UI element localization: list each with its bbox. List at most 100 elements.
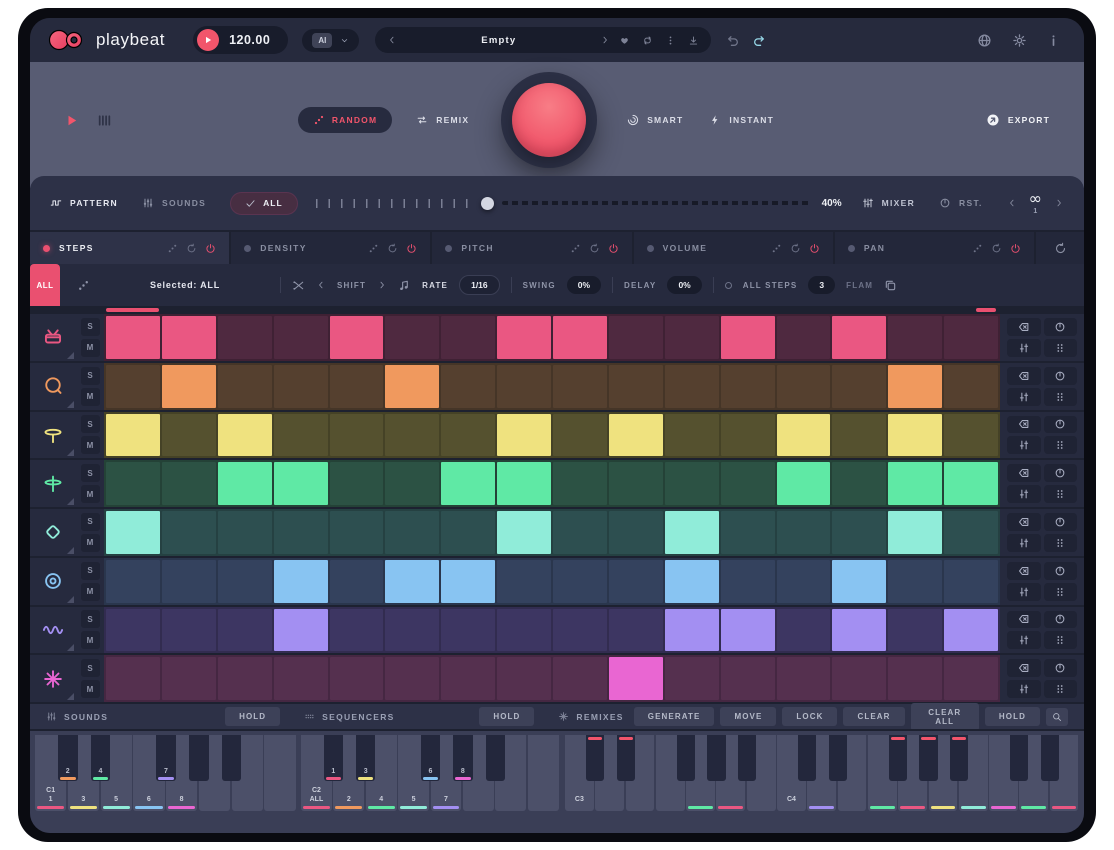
white-key[interactable]	[264, 735, 295, 811]
step-15[interactable]	[888, 462, 942, 505]
step-16[interactable]	[944, 560, 998, 603]
step-3[interactable]	[218, 365, 272, 408]
solo-button[interactable]: S	[81, 610, 100, 628]
row-sliders-button[interactable]	[1007, 485, 1041, 503]
step-5[interactable]	[330, 316, 384, 359]
dice-icon[interactable]	[167, 243, 178, 254]
step-6[interactable]	[385, 462, 439, 505]
step-11[interactable]	[665, 560, 719, 603]
step-2[interactable]	[162, 560, 216, 603]
step-11[interactable]	[665, 462, 719, 505]
row-knob-button[interactable]	[1044, 513, 1078, 531]
step-13[interactable]	[777, 316, 831, 359]
row-drag-handle[interactable]	[1044, 388, 1078, 406]
step-16[interactable]	[944, 414, 998, 457]
step-5[interactable]	[330, 657, 384, 700]
step-13[interactable]	[777, 560, 831, 603]
solo-button[interactable]: S	[81, 513, 100, 531]
step-6[interactable]	[385, 414, 439, 457]
step-15[interactable]	[888, 560, 942, 603]
row-drag-handle[interactable]	[1044, 534, 1078, 552]
snare-icon[interactable]	[30, 314, 76, 361]
step-10[interactable]	[609, 462, 663, 505]
perc-icon[interactable]	[30, 558, 76, 605]
step-8[interactable]	[497, 609, 551, 652]
dice-icon[interactable]	[368, 243, 379, 254]
clear-row-button[interactable]	[1007, 318, 1041, 336]
tab-volume[interactable]: VOLUME	[634, 232, 833, 264]
step-2[interactable]	[162, 365, 216, 408]
row-sliders-button[interactable]	[1007, 534, 1041, 552]
tab-pitch[interactable]: PITCH	[432, 232, 631, 264]
piano-roll-icon[interactable]	[97, 113, 112, 128]
black-key-1[interactable]: 1	[324, 735, 343, 781]
step-8[interactable]	[497, 365, 551, 408]
step-8[interactable]	[497, 316, 551, 359]
step-4[interactable]	[274, 560, 328, 603]
step-7[interactable]	[441, 462, 495, 505]
step-2[interactable]	[162, 511, 216, 554]
row-drag-handle[interactable]	[1044, 485, 1078, 503]
solo-button[interactable]: S	[81, 367, 100, 385]
step-16[interactable]	[944, 609, 998, 652]
step-9[interactable]	[553, 462, 607, 505]
resize-corner[interactable]	[67, 644, 74, 651]
step-6[interactable]	[385, 511, 439, 554]
row-sliders-button[interactable]	[1007, 339, 1041, 357]
step-3[interactable]	[218, 316, 272, 359]
clear-row-button[interactable]	[1007, 464, 1041, 482]
cycle-refresh-button[interactable]	[1036, 232, 1084, 264]
step-1[interactable]	[106, 511, 160, 554]
step-5[interactable]	[330, 609, 384, 652]
step-14[interactable]	[832, 609, 886, 652]
step-1[interactable]	[106, 657, 160, 700]
power-icon[interactable]	[205, 243, 216, 254]
tab-steps[interactable]: STEPS	[30, 232, 229, 264]
step-7[interactable]	[441, 365, 495, 408]
step-12[interactable]	[721, 511, 775, 554]
row-drag-handle[interactable]	[1044, 680, 1078, 698]
black-key-7[interactable]: 7	[156, 735, 176, 781]
step-9[interactable]	[553, 511, 607, 554]
step-15[interactable]	[888, 414, 942, 457]
step-7[interactable]	[441, 657, 495, 700]
step-15[interactable]	[888, 316, 942, 359]
instant-button[interactable]: INSTANT	[709, 114, 774, 126]
range-bar-left[interactable]	[106, 308, 159, 312]
step-3[interactable]	[218, 414, 272, 457]
step-15[interactable]	[888, 511, 942, 554]
step-3[interactable]	[218, 560, 272, 603]
shaker-icon[interactable]	[30, 509, 76, 556]
step-15[interactable]	[888, 365, 942, 408]
black-key[interactable]	[486, 735, 505, 781]
step-12[interactable]	[721, 462, 775, 505]
repeat-icon[interactable]	[642, 35, 653, 46]
note-icon[interactable]	[398, 279, 411, 292]
black-key-2[interactable]: 2	[58, 735, 78, 781]
copy-icon[interactable]	[884, 279, 897, 292]
transport-play-button[interactable]	[64, 113, 79, 128]
solo-button[interactable]: S	[81, 415, 100, 433]
step-2[interactable]	[162, 462, 216, 505]
split-icon[interactable]	[292, 279, 305, 292]
move-button[interactable]: MOVE	[720, 707, 776, 726]
row-sliders-button[interactable]	[1007, 631, 1041, 649]
loop-length-control[interactable]: ∞ 1	[1029, 191, 1042, 215]
step-12[interactable]	[721, 657, 775, 700]
bpm-value[interactable]: 120.00	[229, 33, 270, 47]
resize-corner[interactable]	[67, 449, 74, 456]
shift-left-button[interactable]	[316, 280, 326, 290]
delay-value[interactable]: 0%	[667, 276, 701, 294]
more-options-icon[interactable]	[665, 35, 676, 46]
step-4[interactable]	[274, 462, 328, 505]
row-knob-button[interactable]	[1044, 659, 1078, 677]
solo-button[interactable]: S	[81, 562, 100, 580]
step-13[interactable]	[777, 609, 831, 652]
step-14[interactable]	[832, 657, 886, 700]
step-3[interactable]	[218, 511, 272, 554]
clear-row-button[interactable]	[1007, 367, 1041, 385]
step-10[interactable]	[609, 560, 663, 603]
smart-button[interactable]: SMART	[627, 114, 683, 126]
mute-button[interactable]: M	[81, 583, 100, 601]
step-13[interactable]	[777, 657, 831, 700]
